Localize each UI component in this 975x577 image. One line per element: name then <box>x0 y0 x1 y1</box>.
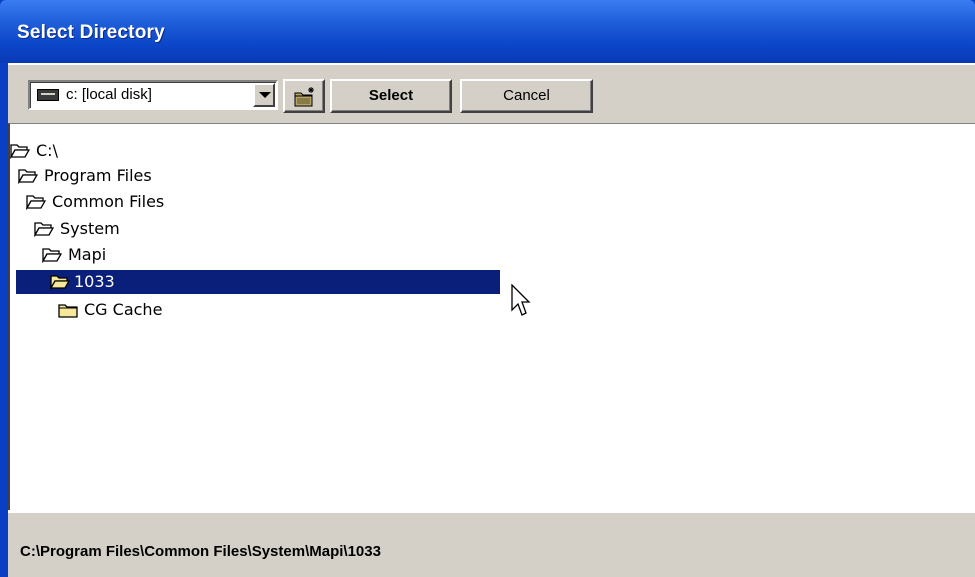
tree-node-mapi[interactable]: Mapi <box>42 243 242 267</box>
selected-path: C:\Program Files\Common Files\System\Map… <box>20 543 381 560</box>
tree-node-label: CG Cache <box>84 300 163 319</box>
tree-node-root[interactable]: C:\ <box>10 139 210 163</box>
drive-combo-value: c: [local disk] <box>66 86 152 103</box>
hard-disk-icon <box>37 89 59 101</box>
tree-node-common-files[interactable]: Common Files <box>26 190 226 214</box>
tree-node-label: System <box>60 219 120 238</box>
select-button[interactable]: Select <box>330 79 452 113</box>
toolbar: c: [local disk] Select Cancel <box>8 63 975 123</box>
directory-tree[interactable]: C:\ Program Files Common Files System Ma… <box>8 123 975 510</box>
title-bar[interactable]: Select Directory <box>0 0 975 63</box>
tree-node-label: Mapi <box>68 245 107 264</box>
tree-node-cg-cache[interactable]: CG Cache <box>58 298 258 322</box>
cancel-button[interactable]: Cancel <box>460 79 593 113</box>
drive-combo[interactable]: c: [local disk] <box>28 80 278 110</box>
open-folder-icon <box>34 222 54 237</box>
tree-node-label: Program Files <box>44 166 152 185</box>
open-folder-icon <box>50 275 70 290</box>
window-title: Select Directory <box>17 22 165 43</box>
tree-node-program-files[interactable]: Program Files <box>18 164 218 188</box>
chevron-down-icon[interactable] <box>253 83 275 107</box>
new-folder-icon <box>294 87 314 107</box>
new-folder-button[interactable] <box>283 79 325 113</box>
closed-folder-icon <box>58 304 78 318</box>
open-folder-icon <box>18 169 38 184</box>
mouse-pointer-icon <box>511 284 531 316</box>
status-bar: C:\Program Files\Common Files\System\Map… <box>8 510 975 577</box>
tree-node-label: Common Files <box>52 192 165 211</box>
tree-node-label: 1033 <box>74 272 115 291</box>
open-folder-icon <box>26 195 46 210</box>
tree-node-label: C:\ <box>36 141 58 160</box>
open-folder-icon <box>10 144 30 159</box>
open-folder-icon <box>42 248 62 263</box>
tree-node-system[interactable]: System <box>34 217 234 241</box>
select-directory-window: Select Directory c: [local disk] Select … <box>0 0 975 577</box>
tree-node-1033-selected[interactable]: 1033 <box>16 270 500 294</box>
